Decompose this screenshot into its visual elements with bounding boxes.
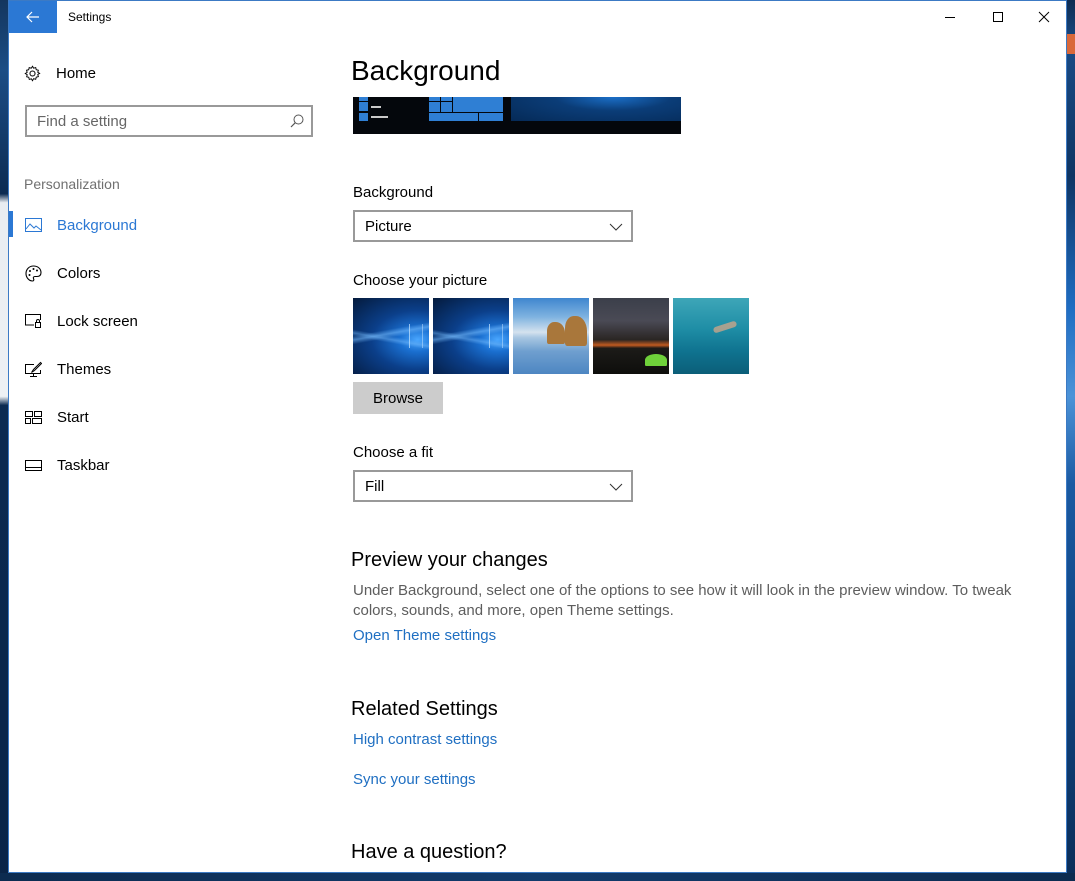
preview-section-title: Preview your changes <box>351 549 548 571</box>
close-icon <box>1038 11 1050 23</box>
sidebar-item-label: Background <box>57 216 138 234</box>
taskbar-icon <box>24 456 42 474</box>
search-input[interactable] <box>27 107 277 135</box>
themes-icon <box>24 360 42 378</box>
choose-picture-label: Choose your picture <box>353 272 488 289</box>
picture-thumbnail[interactable] <box>513 298 589 374</box>
preview-menu-line <box>371 106 381 108</box>
open-theme-settings-link[interactable]: Open Theme settings <box>353 627 496 644</box>
main-content: Background Background Picture Choose you… <box>351 33 1051 872</box>
sidebar-item-colors[interactable]: Colors <box>9 249 329 297</box>
preview-tile <box>441 102 452 112</box>
desktop-background-bottom <box>0 873 1075 881</box>
home-label: Home <box>56 64 97 82</box>
home-nav-item[interactable]: Home <box>24 61 96 85</box>
preview-tile <box>429 97 440 101</box>
preview-tile <box>453 97 503 112</box>
desktop-background-right <box>1067 0 1075 881</box>
have-a-question-title: Have a question? <box>351 841 507 863</box>
related-settings-title: Related Settings <box>351 698 498 720</box>
desktop-background-left <box>0 0 8 881</box>
picture-thumbnail[interactable] <box>593 298 669 374</box>
minimize-icon <box>945 17 955 18</box>
sidebar-item-label: Themes <box>57 360 112 378</box>
start-icon <box>24 408 42 426</box>
preview-tile <box>441 97 452 101</box>
lock-screen-icon <box>24 312 42 330</box>
choose-fit-label: Choose a fit <box>353 444 434 461</box>
preview-section-description: Under Background, select one of the opti… <box>353 582 1012 619</box>
arrow-left-icon <box>26 11 39 23</box>
chevron-down-icon <box>609 483 623 491</box>
preview-tile <box>429 102 440 112</box>
maximize-icon <box>993 12 1003 22</box>
palette-icon <box>24 264 42 282</box>
preview-wallpaper <box>511 97 681 121</box>
high-contrast-settings-link[interactable]: High contrast settings <box>353 731 497 748</box>
rock-shape <box>565 316 587 346</box>
back-button[interactable] <box>9 1 57 33</box>
background-preview <box>353 97 681 134</box>
sidebar-item-taskbar[interactable]: Taskbar <box>9 441 329 489</box>
background-dropdown-value: Picture <box>365 218 412 235</box>
sidebar-item-start[interactable]: Start <box>9 393 329 441</box>
preview-tile <box>479 113 503 121</box>
sidebar-item-background[interactable]: Background <box>9 201 329 249</box>
preview-tile <box>359 97 368 101</box>
rock-shape <box>547 322 565 344</box>
preview-menu-line <box>371 116 388 118</box>
title-bar: Settings <box>9 1 1066 33</box>
maximize-button[interactable] <box>975 1 1021 33</box>
page-title: Background <box>351 55 501 86</box>
fit-dropdown[interactable]: Fill <box>353 470 633 502</box>
close-button[interactable] <box>1021 1 1066 33</box>
sidebar-item-label: Taskbar <box>57 456 110 474</box>
background-dropdown[interactable]: Picture <box>353 210 633 242</box>
window-title: Settings <box>68 10 112 24</box>
gear-icon <box>24 64 41 82</box>
sidebar: Home Personalization Background Colors <box>9 33 329 872</box>
picture-icon <box>24 216 42 234</box>
browse-button[interactable]: Browse <box>353 382 443 414</box>
sidebar-nav: Background Colors Lock screen Themes Sta… <box>9 201 329 489</box>
chevron-down-icon <box>609 223 623 231</box>
sidebar-item-label: Lock screen <box>57 312 138 330</box>
settings-window: Settings Home Personalization <box>8 0 1067 873</box>
search-box[interactable] <box>25 105 313 137</box>
sidebar-item-label: Start <box>57 408 89 426</box>
picture-thumbnail[interactable] <box>433 298 509 374</box>
picture-thumbnail[interactable] <box>353 298 429 374</box>
picture-thumbnails <box>353 298 749 374</box>
sidebar-item-lock-screen[interactable]: Lock screen <box>9 297 329 345</box>
window-pane-shape <box>489 324 503 348</box>
sidebar-item-label: Colors <box>57 264 101 282</box>
sidebar-item-themes[interactable]: Themes <box>9 345 329 393</box>
window-pane-shape <box>409 324 423 348</box>
swimmer-shape <box>712 320 738 334</box>
section-label-personalization: Personalization <box>24 176 120 192</box>
preview-tile <box>359 113 368 121</box>
search-icon[interactable] <box>289 113 305 129</box>
tent-shape <box>645 354 667 366</box>
minimize-button[interactable] <box>927 1 973 33</box>
desktop-icon-fragment <box>1067 34 1075 54</box>
picture-thumbnail[interactable] <box>673 298 749 374</box>
background-field-label: Background <box>353 184 434 201</box>
preview-tile <box>429 113 478 121</box>
fit-dropdown-value: Fill <box>365 478 385 495</box>
sync-settings-link[interactable]: Sync your settings <box>353 771 476 788</box>
preview-tile <box>359 102 368 111</box>
